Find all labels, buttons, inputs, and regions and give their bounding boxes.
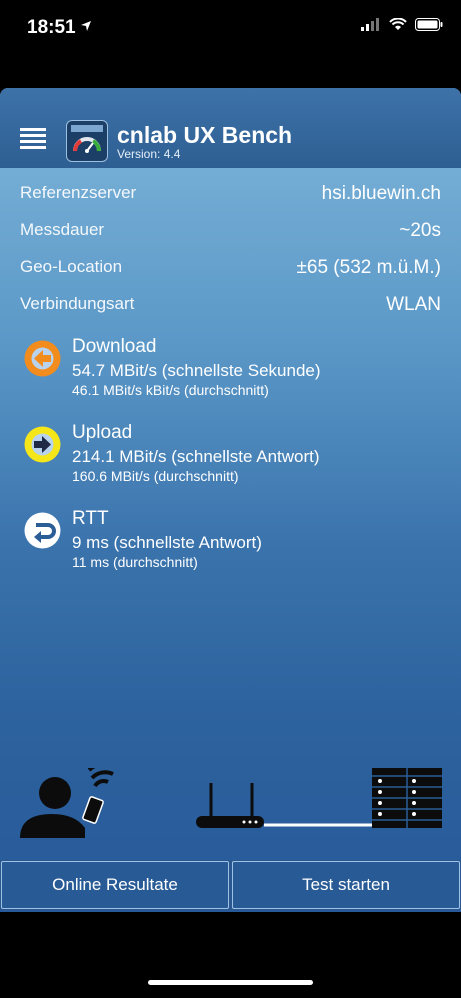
info-value: WLAN [386, 294, 441, 315]
rtt-average: 11 ms (durchschnitt) [72, 554, 198, 570]
upload-title: Upload [72, 422, 133, 443]
battery-icon [415, 18, 443, 31]
network-illustration [20, 768, 442, 838]
wifi-icon [389, 18, 407, 30]
download-title: Download [72, 336, 157, 357]
router-icon [196, 783, 264, 828]
bottom-action-bar: Online Resultate Test starten [0, 860, 461, 910]
info-row-connection-type: Verbindungsart WLAN [20, 294, 441, 324]
status-indicators [361, 18, 443, 31]
app-logo [66, 120, 108, 162]
app-window: cnlab UX Bench Version: 4.4 Referenzserv… [0, 88, 461, 912]
online-results-button[interactable]: Online Resultate [1, 861, 229, 909]
server-rack-icon [372, 768, 442, 828]
info-label: Verbindungsart [20, 294, 135, 313]
start-test-button[interactable]: Test starten [232, 861, 460, 909]
rtt-fastest: 9 ms (schnellste Antwort) [72, 533, 262, 552]
status-time: 18:51 [27, 17, 76, 38]
download-average: 46.1 MBit/s kBit/s (durchschnitt) [72, 382, 269, 398]
app-version: Version: 4.4 [117, 147, 181, 161]
hamburger-menu-icon[interactable] [20, 128, 46, 149]
info-row-reference-server: Referenzserver hsi.bluewin.ch [20, 183, 441, 213]
upload-average: 160.6 MBit/s (durchschnitt) [72, 468, 239, 484]
info-row-duration: Messdauer ~20s [20, 220, 441, 250]
info-value: ~20s [399, 220, 441, 241]
user-with-phone-icon [20, 768, 114, 838]
info-value: hsi.bluewin.ch [321, 183, 441, 204]
round-trip-icon [24, 512, 61, 549]
upload-arrow-icon [24, 426, 61, 463]
home-indicator[interactable] [148, 980, 313, 985]
info-label: Messdauer [20, 220, 105, 239]
info-label: Geo-Location [20, 257, 123, 276]
info-value: ±65 (532 m.ü.M.) [296, 257, 441, 278]
download-arrow-icon [24, 340, 61, 377]
rtt-title: RTT [72, 508, 109, 529]
upload-fastest: 214.1 MBit/s (schnellste Antwort) [72, 447, 320, 466]
app-header: cnlab UX Bench Version: 4.4 [0, 88, 461, 168]
info-row-geo-location: Geo-Location ±65 (532 m.ü.M.) [20, 257, 441, 287]
app-title: cnlab UX Bench [117, 122, 293, 148]
info-label: Referenzserver [20, 183, 137, 202]
status-bar: 18:51 [0, 0, 461, 60]
download-fastest: 54.7 MBit/s (schnellste Sekunde) [72, 361, 321, 380]
location-arrow-icon [81, 21, 91, 31]
signal-icon [361, 18, 379, 31]
